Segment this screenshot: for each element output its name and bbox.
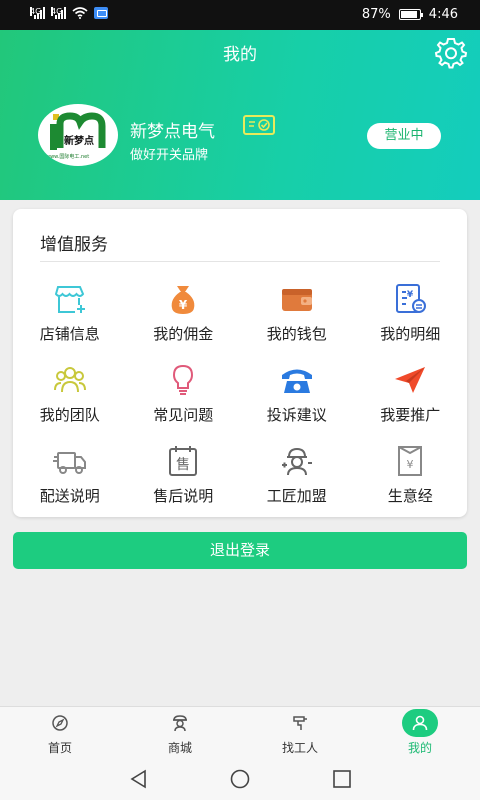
- lightbulb-icon: [173, 364, 194, 395]
- tab-profile[interactable]: 我的: [360, 707, 480, 759]
- service-label: 工匠加盟: [266, 487, 327, 505]
- signal-type-label: 4G: [30, 7, 42, 16]
- verified-check-icon: [249, 119, 270, 131]
- service-complaint[interactable]: 投诉建议: [240, 356, 354, 437]
- tab-label: 商城: [167, 741, 192, 755]
- system-navigation-bar: [0, 758, 480, 800]
- logout-button[interactable]: 退出登录: [13, 532, 467, 569]
- shop-logo: 新梦点 www.国际电工.net: [38, 104, 118, 166]
- team-icon: [53, 367, 86, 393]
- page-title: 我的: [223, 45, 257, 65]
- service-label: 店铺信息: [39, 325, 100, 343]
- verified-icon: [243, 115, 275, 135]
- service-label: 常见问题: [153, 406, 214, 424]
- after-sale-icon: 售: [169, 446, 198, 476]
- service-shop-info[interactable]: 店铺信息: [13, 275, 127, 356]
- divider: [40, 261, 440, 262]
- bottom-tab-bar: 首页 商城 找工人 我的: [0, 706, 480, 758]
- service-label: 我要推广: [380, 406, 441, 424]
- service-label: 我的佣金: [153, 325, 214, 343]
- service-business-tips[interactable]: ¥ 生意经: [354, 437, 468, 518]
- service-commission[interactable]: ¥ 我的佣金: [127, 275, 241, 356]
- money-bag-icon: ¥: [171, 286, 195, 314]
- service-label: 投诉建议: [266, 406, 327, 424]
- compass-icon: [52, 715, 68, 731]
- battery-percent: 87%: [361, 7, 391, 22]
- signal-type-label-2: 4G: [51, 7, 63, 16]
- recent-apps-icon[interactable]: [331, 768, 353, 790]
- service-label: 我的团队: [39, 406, 100, 424]
- svg-text:¥: ¥: [179, 298, 188, 312]
- gear-icon[interactable]: [434, 36, 468, 70]
- service-faq[interactable]: 常见问题: [127, 356, 241, 437]
- svg-text:¥: ¥: [407, 290, 414, 300]
- wifi-icon: [72, 7, 88, 19]
- service-promote[interactable]: 我要推广: [354, 356, 468, 437]
- status-bar: 4G 4G 87% 4:46: [0, 0, 480, 30]
- worker-icon: [281, 447, 312, 476]
- tab-find-worker[interactable]: 找工人: [240, 707, 360, 759]
- cell-signal-icon-2: 4G: [51, 7, 66, 19]
- tab-label: 找工人: [281, 741, 318, 755]
- service-label: 我的钱包: [266, 325, 327, 343]
- telephone-icon: [281, 369, 312, 393]
- svg-text:¥: ¥: [407, 458, 414, 471]
- business-status-badge[interactable]: 营业中: [367, 123, 441, 149]
- services-title: 增值服务: [40, 235, 108, 255]
- delivery-truck-icon: [52, 452, 86, 474]
- wallet-icon: [281, 289, 312, 311]
- value-added-services-card: 增值服务 店铺信息 ¥ 我的佣金 我的钱包 ¥ 我的明细 我的团队 常见问题 投…: [13, 209, 467, 517]
- services-grid: 店铺信息 ¥ 我的佣金 我的钱包 ¥ 我的明细 我的团队 常见问题 投诉建议 我…: [13, 275, 467, 518]
- battery-icon: [398, 9, 423, 20]
- profile-icon: [412, 715, 428, 731]
- bill-detail-icon: ¥: [396, 284, 427, 313]
- notification-icon: [94, 7, 108, 19]
- service-label: 售后说明: [153, 487, 214, 505]
- service-label: 配送说明: [39, 487, 100, 505]
- home-icon[interactable]: [229, 768, 251, 790]
- mall-icon: [173, 715, 187, 732]
- tab-home[interactable]: 首页: [0, 707, 120, 759]
- service-wallet[interactable]: 我的钱包: [240, 275, 354, 356]
- shop-icon: [54, 286, 85, 313]
- svg-text:售: 售: [176, 457, 190, 473]
- clock: 4:46: [428, 7, 458, 22]
- service-label: 生意经: [387, 487, 433, 505]
- back-icon[interactable]: [128, 768, 150, 790]
- service-team[interactable]: 我的团队: [13, 356, 127, 437]
- cell-signal-icon: 4G: [30, 7, 45, 19]
- shop-name: 新梦点电气: [130, 122, 215, 142]
- shop-slogan: 做好开关品牌: [130, 148, 209, 163]
- service-delivery[interactable]: 配送说明: [13, 437, 127, 518]
- service-craftsman[interactable]: 工匠加盟: [240, 437, 354, 518]
- shop-logo-text: 新梦点: [64, 136, 94, 147]
- paper-plane-icon: [395, 367, 426, 393]
- service-label: 我的明细: [380, 325, 441, 343]
- active-tab-highlight: [402, 709, 438, 737]
- business-book-icon: ¥: [398, 446, 423, 476]
- service-after-sale[interactable]: 售 售后说明: [127, 437, 241, 518]
- tab-label: 首页: [47, 741, 72, 755]
- profile-header: 我的 新梦点 www.国际电工.net 新梦点电气 做好开关品牌 营业中: [0, 30, 480, 200]
- shop-logo-url: www.国际电工.net: [46, 154, 90, 160]
- find-worker-icon: [293, 716, 307, 730]
- tab-mall[interactable]: 商城: [120, 707, 240, 759]
- tab-label: 我的: [407, 741, 432, 755]
- service-details[interactable]: ¥ 我的明细: [354, 275, 468, 356]
